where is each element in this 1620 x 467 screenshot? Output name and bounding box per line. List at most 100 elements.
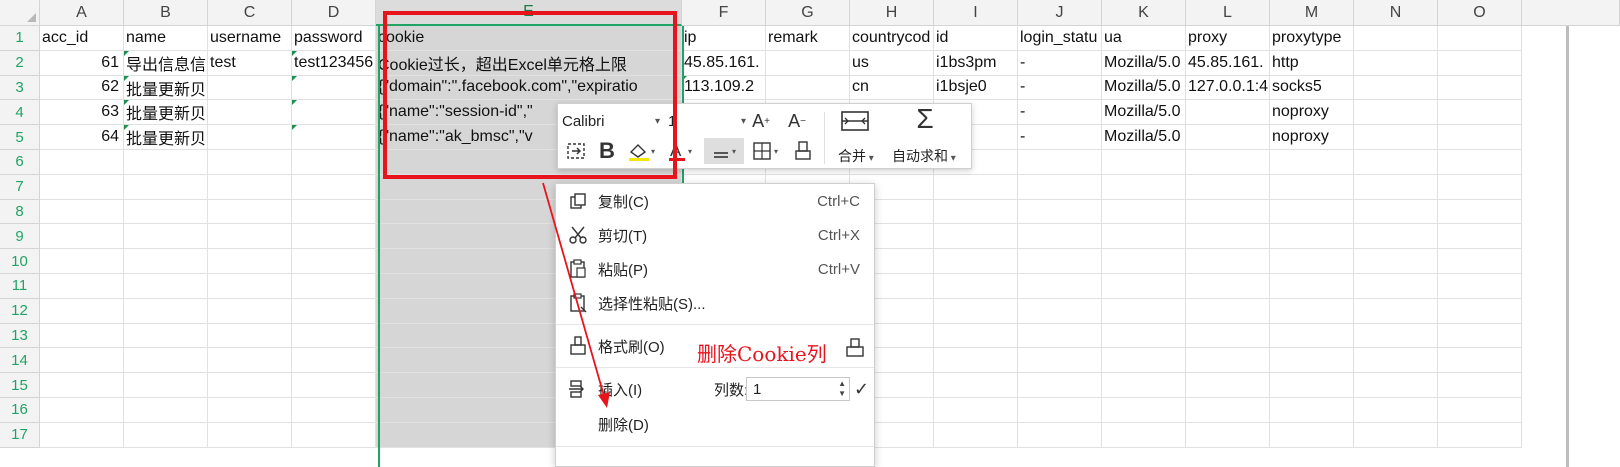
cell-d2[interactable]: test123456 — [292, 50, 376, 76]
cell-k2[interactable]: Mozilla/5.0 — [1102, 50, 1186, 76]
cell-j10[interactable] — [1018, 249, 1102, 274]
cell-g2[interactable] — [766, 50, 850, 76]
cell-d9[interactable] — [292, 224, 376, 250]
cell-j17[interactable] — [1018, 422, 1102, 448]
column-header-g[interactable]: G — [766, 0, 850, 26]
cell-a11[interactable] — [40, 274, 124, 299]
cell-d16[interactable] — [292, 398, 376, 423]
cell-d7[interactable] — [292, 174, 376, 200]
row-header-12[interactable]: 12 — [0, 298, 40, 324]
merge-cells-icon[interactable] — [838, 108, 872, 134]
cell-g1[interactable]: remark — [766, 26, 850, 51]
cell-j6[interactable] — [1018, 150, 1102, 175]
cell-m8[interactable] — [1270, 199, 1354, 225]
cell-m17[interactable] — [1270, 422, 1354, 448]
cell-k10[interactable] — [1102, 249, 1186, 274]
cell-m16[interactable] — [1270, 398, 1354, 423]
row-header-4[interactable]: 4 — [0, 100, 40, 126]
cell-l15[interactable] — [1186, 373, 1270, 398]
cell-b8[interactable] — [124, 199, 208, 225]
cell-l11[interactable] — [1186, 274, 1270, 299]
cell-d17[interactable] — [292, 422, 376, 448]
cell-a17[interactable] — [40, 422, 124, 448]
cell-n12[interactable] — [1354, 298, 1438, 324]
cell-g3[interactable] — [766, 75, 850, 101]
cell-c10[interactable] — [208, 249, 292, 274]
cell-m7[interactable] — [1270, 174, 1354, 200]
cell-c15[interactable] — [208, 373, 292, 398]
cell-l8[interactable] — [1186, 199, 1270, 225]
cell-a6[interactable] — [40, 150, 124, 175]
cell-i11[interactable] — [934, 274, 1018, 299]
font-name-select[interactable]: Calibri ▾ — [562, 110, 662, 132]
column-header-j[interactable]: J — [1018, 0, 1102, 26]
cell-a16[interactable] — [40, 398, 124, 423]
cell-k13[interactable] — [1102, 323, 1186, 349]
row-header-6[interactable]: 6 — [0, 150, 40, 175]
cell-d4[interactable] — [292, 100, 376, 126]
cell-d8[interactable] — [292, 199, 376, 225]
cell-i8[interactable] — [934, 199, 1018, 225]
cell-k11[interactable] — [1102, 274, 1186, 299]
cell-o16[interactable] — [1438, 398, 1522, 423]
cell-o1[interactable] — [1438, 26, 1522, 51]
cell-m14[interactable] — [1270, 348, 1354, 374]
cell-f1[interactable]: ip — [682, 26, 766, 51]
merge-label[interactable]: 合并 ▾ — [838, 146, 874, 166]
wrap-icon[interactable] — [564, 138, 588, 164]
cell-a9[interactable] — [40, 224, 124, 250]
fill-color-icon[interactable]: ▾ — [624, 138, 658, 164]
cell-l12[interactable] — [1186, 298, 1270, 324]
increase-font-icon[interactable]: A + — [748, 108, 774, 134]
cell-d6[interactable] — [292, 150, 376, 175]
cell-i3[interactable]: i1bsje0 — [934, 75, 1018, 101]
cell-m1[interactable]: proxytype — [1270, 26, 1354, 51]
row-header-15[interactable]: 15 — [0, 373, 40, 398]
cell-k7[interactable] — [1102, 174, 1186, 200]
row-header-8[interactable]: 8 — [0, 199, 40, 225]
row-header-13[interactable]: 13 — [0, 323, 40, 349]
cell-c16[interactable] — [208, 398, 292, 423]
cell-n15[interactable] — [1354, 373, 1438, 398]
cell-c1[interactable]: username — [208, 26, 292, 51]
cell-l3[interactable]: 127.0.0.1:4 — [1186, 75, 1270, 101]
cell-i13[interactable] — [934, 323, 1018, 349]
cell-b11[interactable] — [124, 274, 208, 299]
row-header-9[interactable]: 9 — [0, 224, 40, 250]
cell-c8[interactable] — [208, 199, 292, 225]
cell-j16[interactable] — [1018, 398, 1102, 423]
cell-k3[interactable]: Mozilla/5.0 — [1102, 75, 1186, 101]
cell-o8[interactable] — [1438, 199, 1522, 225]
row-header-3[interactable]: 3 — [0, 75, 40, 101]
cell-a12[interactable] — [40, 298, 124, 324]
column-header-l[interactable]: L — [1186, 0, 1270, 26]
cell-d15[interactable] — [292, 373, 376, 398]
row-header-2[interactable]: 2 — [0, 50, 40, 76]
menu-item-paste[interactable]: 粘贴(P) Ctrl+V — [556, 254, 874, 284]
font-color-icon[interactable]: A ▾ — [666, 138, 696, 164]
autosum-label[interactable]: 自动求和 ▾ — [892, 146, 956, 166]
cell-n4[interactable] — [1354, 100, 1438, 126]
cell-o9[interactable] — [1438, 224, 1522, 250]
cell-c17[interactable] — [208, 422, 292, 448]
column-header-f[interactable]: F — [682, 0, 766, 26]
cell-a10[interactable] — [40, 249, 124, 274]
cell-k6[interactable] — [1102, 150, 1186, 175]
cell-n3[interactable] — [1354, 75, 1438, 101]
cell-a4[interactable]: 63 — [40, 100, 124, 126]
cell-b10[interactable] — [124, 249, 208, 274]
cell-o10[interactable] — [1438, 249, 1522, 274]
cell-c14[interactable] — [208, 348, 292, 374]
confirm-check-icon[interactable]: ✓ — [854, 379, 869, 400]
align-icon[interactable]: ▾ — [704, 138, 744, 164]
cell-i12[interactable] — [934, 298, 1018, 324]
cell-a3[interactable]: 62 — [40, 75, 124, 101]
cell-l9[interactable] — [1186, 224, 1270, 250]
cell-n11[interactable] — [1354, 274, 1438, 299]
cell-i2[interactable]: i1bs3pm — [934, 50, 1018, 76]
cell-f2[interactable]: 45.85.161. — [682, 50, 766, 76]
cell-m12[interactable] — [1270, 298, 1354, 324]
cell-e2[interactable]: Cookie过长，超出Excel单元格上限 — [376, 50, 682, 76]
cell-j13[interactable] — [1018, 323, 1102, 349]
cell-o11[interactable] — [1438, 274, 1522, 299]
